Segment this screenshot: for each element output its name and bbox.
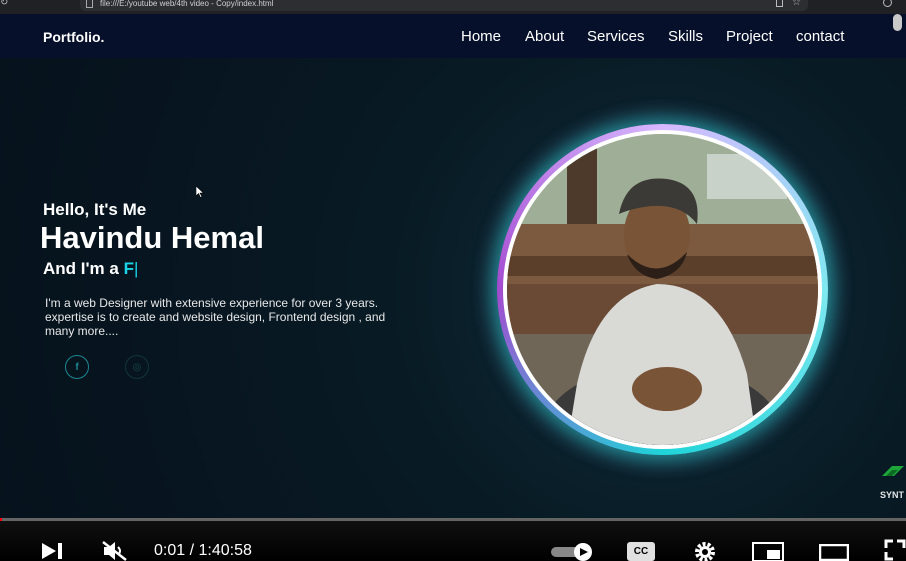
progress-fill [0,518,2,521]
progress-bar[interactable] [0,518,906,521]
next-icon[interactable] [40,542,64,560]
time-separator: / [185,542,199,559]
nav-about[interactable]: About [525,28,564,45]
nav-services[interactable]: Services [587,28,645,45]
facebook-icon[interactable]: f [65,355,89,379]
hero-role: And I'm a F| [43,259,138,279]
hero-name: Havindu Hemal [40,220,264,255]
nav-contact[interactable]: contact [796,28,844,45]
reload-icon[interactable]: ↻ [0,0,8,8]
navbar: Portfolio. Home About Services Skills Pr… [0,14,906,58]
video-controls: 0:01 / 1:40:58 CC [0,518,906,561]
synt-logo-icon [882,466,904,476]
share-icon[interactable] [776,0,783,7]
instagram-icon[interactable]: ◎ [125,355,149,379]
logo[interactable]: Portfolio. [43,29,104,45]
address-text[interactable]: file:///E:/youtube web/4th video - Copy/… [100,0,273,8]
mouse-cursor-icon [196,186,204,198]
mute-icon[interactable] [101,540,129,561]
profile-photo [507,134,818,445]
page-scrollbar-thumb[interactable] [893,14,902,31]
settings-gear-icon[interactable] [692,540,718,561]
facebook-glyph: f [75,361,79,373]
profile-ring [497,124,828,455]
time-display: 0:01 / 1:40:58 [154,542,252,560]
instagram-glyph: ◎ [132,361,142,373]
bookmark-star-icon[interactable]: ☆ [792,0,801,8]
browser-toolbar: ↻ file:///E:/youtube web/4th video - Cop… [0,0,906,14]
duration: 1:40:58 [198,542,252,559]
watermark-text: SYNT [880,490,905,500]
current-time: 0:01 [154,542,186,559]
nav-project[interactable]: Project [726,28,773,45]
miniplayer-icon[interactable] [752,542,784,561]
hero-role-typed: F [123,259,134,278]
page-icon [86,0,93,8]
portfolio-page: Portfolio. Home About Services Skills Pr… [0,14,906,518]
autoplay-toggle[interactable] [551,543,597,561]
hero-greeting: Hello, It's Me [43,200,147,219]
nav-home[interactable]: Home [461,28,501,45]
typing-caret: | [133,259,139,278]
hero-description: I'm a web Designer with extensive experi… [45,296,386,338]
theater-mode-icon[interactable] [819,544,849,561]
subtitles-button[interactable]: CC [627,542,655,561]
fullscreen-icon[interactable] [884,539,906,561]
nav-skills[interactable]: Skills [668,28,703,45]
profile-icon[interactable] [883,0,892,7]
hero-role-prefix: And I'm a [43,259,124,278]
profile-photo-illustration [507,134,818,445]
